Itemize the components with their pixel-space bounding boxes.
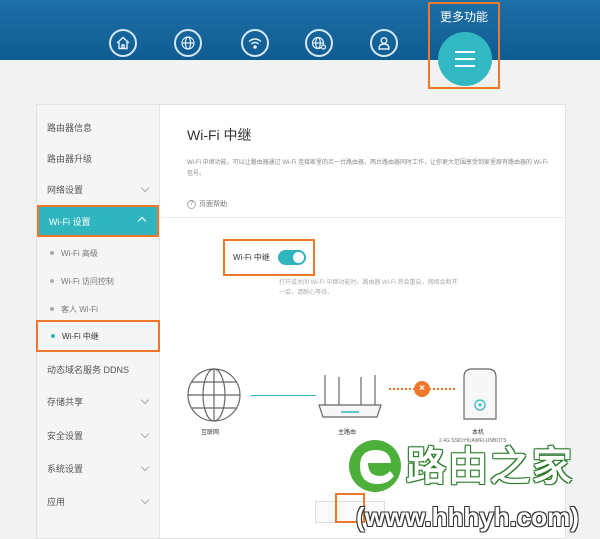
sidebar-item-label: Wi-Fi 中继 [62, 331, 99, 341]
sidebar-item-router-upgrade[interactable]: 路由器升级 [37, 145, 160, 171]
sidebar-item-label: Wi-Fi 设置 [49, 216, 91, 227]
wifi-icon[interactable] [241, 29, 269, 57]
menu-icon [455, 51, 475, 53]
globe-icon[interactable] [174, 29, 202, 57]
sidebar-item-wifi-settings[interactable]: Wi-Fi 设置 [37, 205, 159, 237]
watermark-url: (www.hhhyh.com) [356, 502, 579, 532]
internet-globe-icon [187, 368, 241, 422]
chevron-down-icon [140, 462, 150, 472]
sidebar-item-label: 路由器信息 [47, 122, 93, 133]
internet-label: 互联网 [201, 430, 220, 436]
wifi-repeater-toggle-label: Wi-Fi 中继 [233, 253, 270, 262]
wifi-repeater-toggle[interactable] [277, 250, 306, 265]
watermark-brand: 路由之家 [406, 445, 574, 489]
wifi-repeater-toggle-row: Wi-Fi 中继 [223, 239, 315, 276]
sidebar: 路由器信息 路由器升级 网络设置 Wi-Fi 设置 Wi-Fi 高级 Wi-Fi… [36, 105, 160, 538]
sidebar-item-label: 路由器升级 [47, 153, 93, 164]
sidebar-item-ddns[interactable]: 动态域名服务 DDNS [37, 356, 160, 382]
sidebar-item-router-info[interactable]: 路由器信息 [37, 114, 160, 140]
sidebar-item-apps[interactable]: 应用 [37, 488, 160, 514]
watermark-logo-icon [349, 440, 401, 492]
chevron-down-icon [140, 495, 150, 505]
this-device-icon [463, 368, 497, 420]
watermark: 路由之家 (www.hhhyh.com) [340, 430, 600, 539]
sidebar-item-label: 系统设置 [47, 463, 84, 474]
chevron-up-icon [137, 216, 147, 226]
chevron-down-icon [140, 395, 150, 405]
sidebar-item-label: 动态域名服务 DDNS [47, 364, 130, 375]
sidebar-item-label: 客人 Wi-Fi [61, 304, 98, 314]
chevron-down-icon [140, 183, 150, 193]
sidebar-subitem-guest-wifi[interactable]: 客人 Wi-Fi [37, 297, 160, 321]
sidebar-item-label: 应用 [47, 496, 66, 507]
internet-settings-icon[interactable] [305, 29, 333, 57]
sidebar-item-label: 网络设置 [47, 184, 84, 195]
main-router-icon [318, 375, 382, 418]
divider [161, 217, 566, 218]
more-functions-label: 更多功能 [439, 10, 488, 24]
page-help-link[interactable]: ? 页面帮助 [187, 199, 227, 209]
top-navigation-bar [0, 0, 600, 60]
page-title: Wi-Fi 中继 [187, 127, 252, 143]
sidebar-item-storage-sharing[interactable]: 存储共享 [37, 388, 160, 414]
page-help-label: 页面帮助 [199, 201, 227, 208]
home-icon[interactable] [109, 29, 137, 57]
disconnected-icon: × [414, 381, 430, 397]
sidebar-item-security-settings[interactable]: 安全设置 [37, 422, 160, 448]
sidebar-item-system-settings[interactable]: 系统设置 [37, 455, 160, 481]
sidebar-subitem-wifi-access-control[interactable]: Wi-Fi 访问控制 [37, 269, 160, 293]
sidebar-item-label: Wi-Fi 高级 [61, 248, 98, 258]
sidebar-item-network-settings[interactable]: 网络设置 [37, 176, 160, 202]
chevron-down-icon [140, 429, 150, 439]
sidebar-item-label: 安全设置 [47, 430, 84, 441]
sidebar-subitem-wifi-repeater[interactable]: Wi-Fi 中继 [36, 320, 160, 352]
sidebar-subitem-wifi-advanced[interactable]: Wi-Fi 高级 [37, 241, 160, 265]
help-icon: ? [187, 199, 196, 209]
sidebar-item-label: 存储共享 [47, 396, 84, 407]
more-functions-highlight: 更多功能 [428, 2, 500, 89]
toggle-hint: 打开或关闭 Wi-Fi 中继功能时，路由器 Wi-Fi 将会重启，网络会断开一会… [279, 280, 458, 296]
connection-line [251, 395, 316, 396]
user-icon[interactable] [370, 29, 398, 57]
page-description: Wi-Fi 中继功能，可以让路由器通过 Wi-Fi 连接家里的另一台路由器，两台… [187, 160, 548, 177]
more-functions-button[interactable] [438, 32, 492, 86]
sidebar-item-label: Wi-Fi 访问控制 [61, 276, 114, 286]
